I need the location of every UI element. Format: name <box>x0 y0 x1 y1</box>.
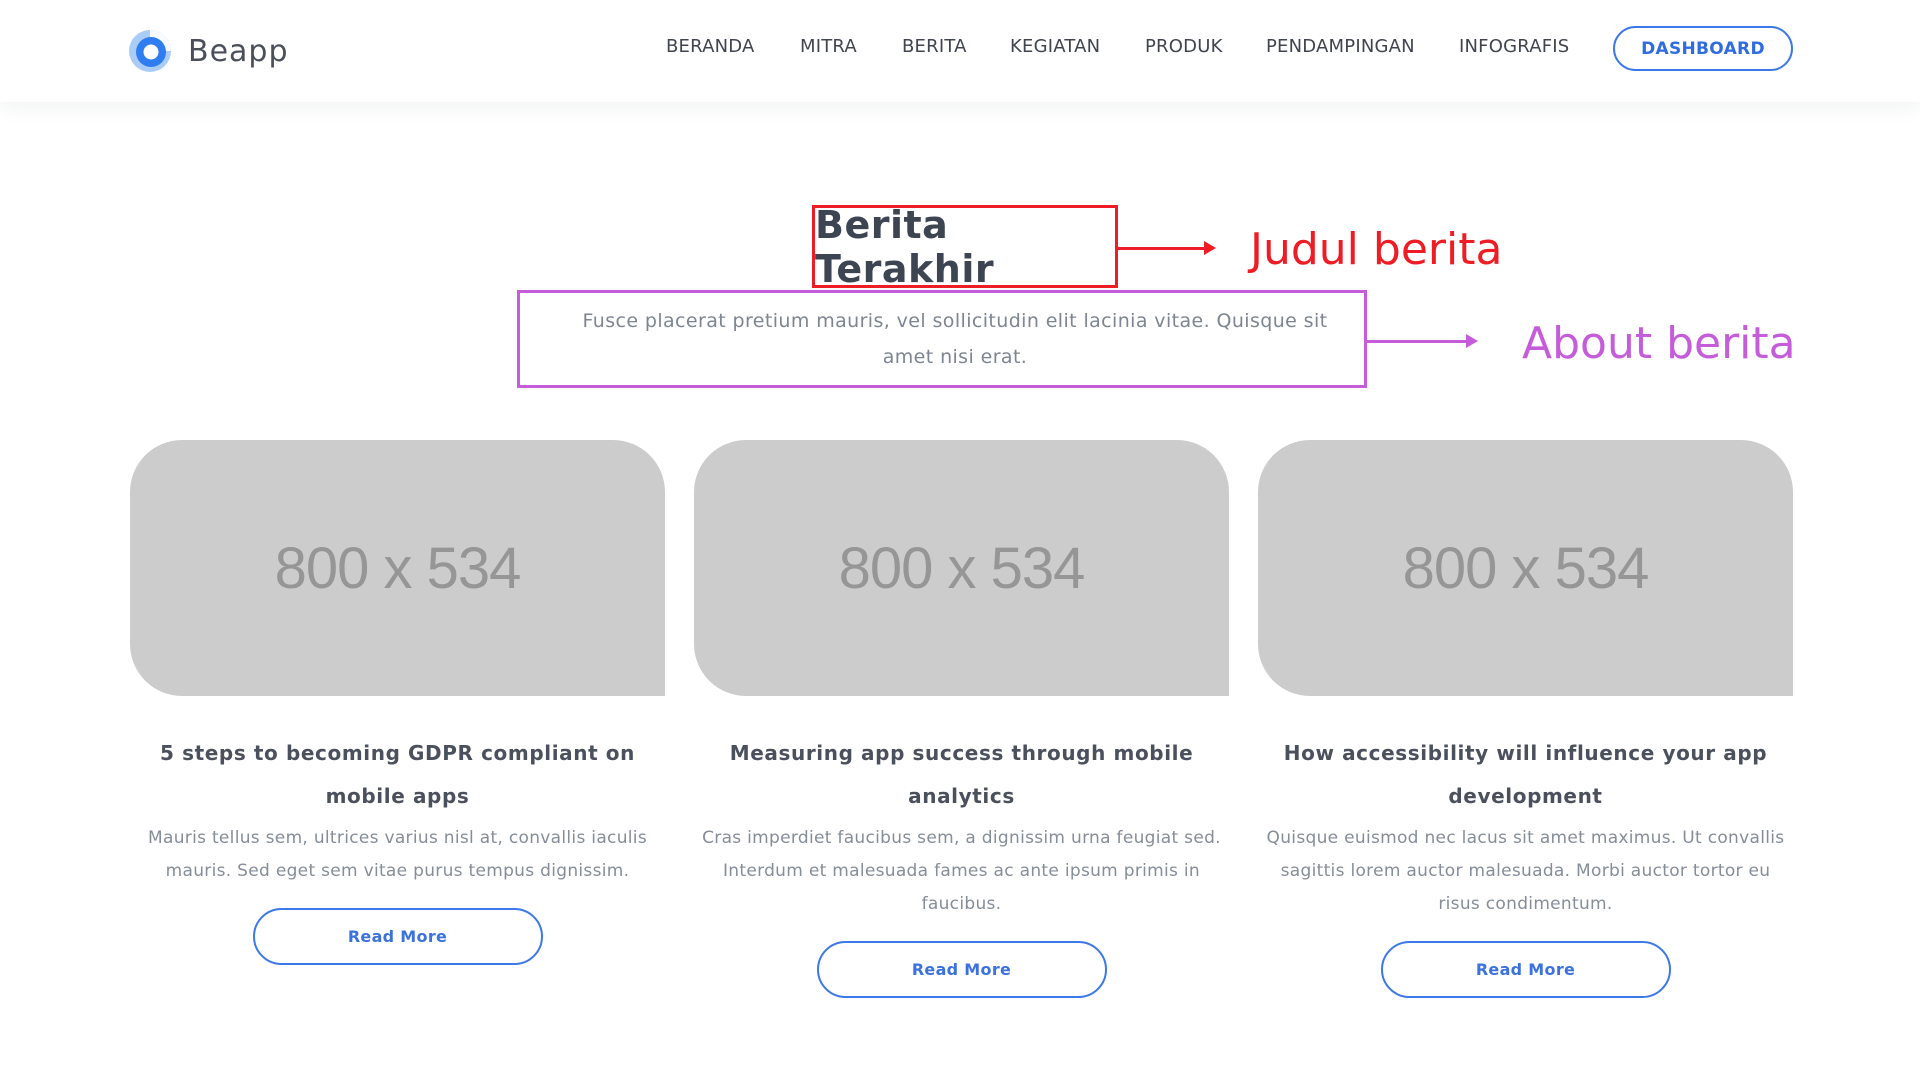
card-image-placeholder: 800 x 534 <box>1258 440 1793 696</box>
read-more-button[interactable]: Read More <box>252 908 543 965</box>
dashboard-button[interactable]: DASHBOARD <box>1613 26 1793 71</box>
nav-item-mitra[interactable]: MITRA <box>800 36 857 57</box>
brand-name: Beapp <box>188 33 289 69</box>
card-title: Measuring app success through mobile ana… <box>729 741 1194 808</box>
card-description: Mauris tellus sem, ultrices varius nisl … <box>148 828 647 881</box>
read-more-button[interactable]: Read More <box>1380 941 1671 998</box>
brand-logo[interactable]: Beapp <box>128 28 289 74</box>
nav-item-berita[interactable]: BERITA <box>902 36 967 57</box>
card-title: 5 steps to becoming GDPR compliant on mo… <box>160 741 635 808</box>
nav-item-infografis[interactable]: INFOGRAFIS <box>1459 36 1569 57</box>
card-description: Quisque euismod nec lacus sit amet maxim… <box>1266 828 1785 914</box>
read-more-button[interactable]: Read More <box>816 941 1107 998</box>
section-about: Fusce placerat pretium mauris, vel solli… <box>517 290 1367 388</box>
news-card: 800 x 534 How accessibility will influen… <box>1258 440 1793 998</box>
card-description: Cras imperdiet faucibus sem, a dignissim… <box>702 828 1221 914</box>
card-image-placeholder: 800 x 534 <box>694 440 1229 696</box>
site-header: Beapp BERANDA MITRA BERITA KEGIATAN PROD… <box>0 0 1920 102</box>
card-title: How accessibility will influence your ap… <box>1283 741 1768 808</box>
nav-item-kegiatan[interactable]: KEGIATAN <box>1010 36 1100 57</box>
about-annotation-arrow <box>1367 334 1478 348</box>
news-card: 800 x 534 Measuring app success through … <box>694 440 1229 998</box>
section-title: Berita Terakhir <box>812 203 1118 291</box>
nav-item-beranda[interactable]: BERANDA <box>666 36 755 57</box>
about-annotation-label: About berita <box>1522 318 1796 369</box>
title-annotation-arrow <box>1118 241 1216 255</box>
nav-item-pendampingan[interactable]: PENDAMPINGAN <box>1266 36 1415 57</box>
beapp-logo-icon <box>129 30 171 72</box>
news-card: 800 x 534 5 steps to becoming GDPR compl… <box>130 440 665 965</box>
card-image-placeholder: 800 x 534 <box>130 440 665 696</box>
title-annotation-label: Judul berita <box>1250 224 1503 275</box>
nav-item-produk[interactable]: PRODUK <box>1145 36 1223 57</box>
